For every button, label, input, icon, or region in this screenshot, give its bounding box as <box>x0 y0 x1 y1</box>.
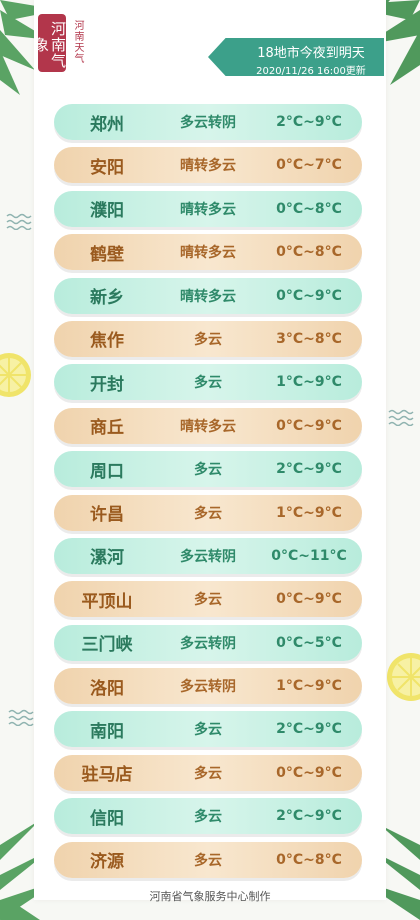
weather-condition: 多云 <box>194 765 222 782</box>
temperature-range: 0°C~9°C <box>276 417 342 434</box>
temperature-range: 0°C~9°C <box>276 287 342 304</box>
weather-condition: 多云 <box>194 809 222 826</box>
weather-condition: 晴转多云 <box>180 158 236 175</box>
forecast-row: 开封 多云 1°C~9°C <box>54 364 362 401</box>
weather-condition: 多云转阴 <box>180 635 236 652</box>
forecast-row: 鹤壁 晴转多云 0°C~8°C <box>54 234 362 271</box>
weather-condition: 多云 <box>194 331 222 348</box>
temperature-range: 1°C~9°C <box>276 374 342 391</box>
weather-condition: 多云转阴 <box>180 548 236 565</box>
weather-condition: 晴转多云 <box>180 245 236 262</box>
forecast-row: 洛阳 多云转阴 1°C~9°C <box>54 668 362 705</box>
logo-subtitle: 河南天气 <box>72 20 83 64</box>
forecast-row: 新乡 晴转多云 0°C~9°C <box>54 277 362 314</box>
temperature-range: 0°C~5°C <box>276 634 342 651</box>
city-name: 三门峡 <box>81 635 133 656</box>
weather-condition: 多云 <box>194 462 222 479</box>
temperature-range: 2°C~9°C <box>276 461 342 478</box>
city-name: 驻马店 <box>81 765 133 786</box>
forecast-row: 周口 多云 2°C~9°C <box>54 451 362 488</box>
update-time: 2020/11/26 16:00更新 <box>256 66 366 77</box>
city-name: 新乡 <box>90 288 124 309</box>
temperature-range: 2°C~9°C <box>276 114 342 130</box>
temperature-range: 0°C~9°C <box>276 591 342 608</box>
wave-pattern-icon <box>6 213 32 230</box>
city-name: 开封 <box>90 374 124 395</box>
city-name: 许昌 <box>90 505 124 526</box>
temperature-range: 0°C~7°C <box>276 157 342 174</box>
temperature-range: 2°C~9°C <box>276 721 342 738</box>
city-name: 郑州 <box>90 114 124 135</box>
footer-credit: 河南省气象服务中心制作 <box>149 890 271 903</box>
forecast-list: 郑州 多云转阴 2°C~9°C 安阳 晴转多云 0°C~7°C 濮阳 晴转多云 0°C~8°C 鹤… <box>54 104 362 885</box>
city-name: 南阳 <box>90 721 124 742</box>
city-name: 安阳 <box>90 157 124 178</box>
temperature-range: 2°C~9°C <box>276 808 342 825</box>
forecast-row: 濮阳 晴转多云 0°C~8°C <box>54 190 362 227</box>
forecast-row: 济源 多云 0°C~8°C <box>54 841 362 878</box>
city-name: 濮阳 <box>90 201 124 222</box>
city-name: 商丘 <box>90 418 124 439</box>
temperature-range: 3°C~8°C <box>276 330 342 347</box>
temperature-range: 0°C~9°C <box>276 764 342 781</box>
forecast-row: 漯河 多云转阴 0°C~11°C <box>54 537 362 574</box>
forecast-row: 许昌 多云 1°C~9°C <box>54 494 362 531</box>
temperature-range: 0°C~11°C <box>271 547 347 564</box>
forecast-row: 安阳 晴转多云 0°C~7°C <box>54 147 362 184</box>
temperature-range: 1°C~9°C <box>276 678 342 695</box>
city-name: 济源 <box>90 852 124 873</box>
forecast-row: 焦作 多云 3°C~8°C <box>54 320 362 357</box>
weather-condition: 多云 <box>194 375 222 392</box>
forecast-row: 三门峡 多云转阴 0°C~5°C <box>54 624 362 661</box>
weather-condition: 晴转多云 <box>180 418 236 435</box>
forecast-row: 郑州 多云转阴 2°C~9°C <box>54 104 362 140</box>
logo: 河南气象 <box>32 14 67 72</box>
city-name: 周口 <box>90 461 124 482</box>
temperature-range: 0°C~8°C <box>276 851 342 868</box>
wave-pattern-icon <box>388 409 414 426</box>
lemon-slice-icon <box>387 653 420 701</box>
lemon-slice-icon <box>0 353 31 397</box>
weather-condition: 多云转阴 <box>180 679 236 696</box>
wave-pattern-icon <box>8 709 34 726</box>
weather-condition: 晴转多云 <box>180 201 236 218</box>
weather-condition: 多云转阴 <box>180 115 236 131</box>
city-name: 信阳 <box>90 808 124 829</box>
page-title: 18地市今夜到明天 <box>257 46 365 61</box>
city-name: 鹤壁 <box>90 244 124 265</box>
forecast-row: 商丘 晴转多云 0°C~9°C <box>54 407 362 444</box>
city-name: 焦作 <box>90 331 124 352</box>
weather-condition: 多云 <box>194 505 222 522</box>
city-name: 平顶山 <box>81 591 133 612</box>
weather-condition: 多云 <box>194 852 222 869</box>
temperature-range: 0°C~8°C <box>276 244 342 261</box>
temperature-range: 0°C~8°C <box>276 200 342 217</box>
forecast-row: 平顶山 多云 0°C~9°C <box>54 581 362 618</box>
weather-condition: 晴转多云 <box>180 288 236 305</box>
forecast-row: 南阳 多云 2°C~9°C <box>54 711 362 748</box>
weather-condition: 多云 <box>194 592 222 609</box>
forecast-row: 驻马店 多云 0°C~9°C <box>54 754 362 791</box>
temperature-range: 1°C~9°C <box>276 504 342 521</box>
city-name: 洛阳 <box>90 678 124 699</box>
city-name: 漯河 <box>90 548 124 569</box>
forecast-row: 信阳 多云 2°C~9°C <box>54 798 362 835</box>
weather-condition: 多云 <box>194 722 222 739</box>
